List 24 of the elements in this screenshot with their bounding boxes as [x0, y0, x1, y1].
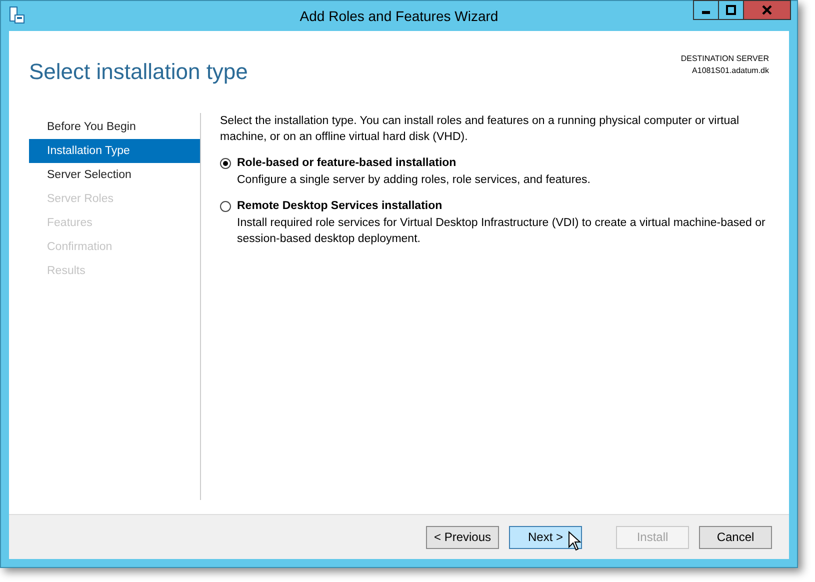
maximize-button[interactable] [718, 0, 744, 20]
close-button[interactable] [743, 0, 791, 20]
wizard-button[interactable]: < Previous [426, 526, 499, 548]
radio-button[interactable] [220, 158, 231, 168]
wizard-button[interactable]: Next > [509, 526, 582, 548]
close-icon [762, 5, 772, 15]
destination-server: A1081S01.adatum.dk [692, 65, 769, 77]
step-item[interactable]: Installation Type [29, 139, 200, 163]
window-title: Add Roles and Features Wizard [298, 8, 500, 24]
maximize-icon [726, 5, 736, 15]
radio-button[interactable] [220, 200, 231, 212]
step-item[interactable]: Before You Begin [29, 115, 200, 139]
option-label[interactable]: Role-based or feature-based installation [237, 157, 456, 169]
server-icon [9, 6, 25, 24]
option-description: Configure a single server by adding roles, role services, and features. [237, 173, 592, 188]
page-title: Select installation type [29, 59, 248, 86]
option-label[interactable]: Remote Desktop Services installation [237, 200, 442, 212]
destination-label: DESTINATION SERVER [680, 53, 769, 65]
wizard-button[interactable]: Cancel [699, 526, 772, 548]
option-description: Install required role services for Virtual Desktop Infrastructure (VDI) to create a virtual machine-based or session-based desktop deployment. [237, 216, 766, 247]
intro-text: Select the installation type. You can install roles and features on a running physical computer or virtual machine, or on an offline virtual hard disk (VHD). [220, 114, 740, 145]
minimize-button[interactable] [693, 0, 719, 20]
step-item[interactable]: Server Selection [29, 163, 200, 187]
cursor-icon [568, 530, 582, 550]
